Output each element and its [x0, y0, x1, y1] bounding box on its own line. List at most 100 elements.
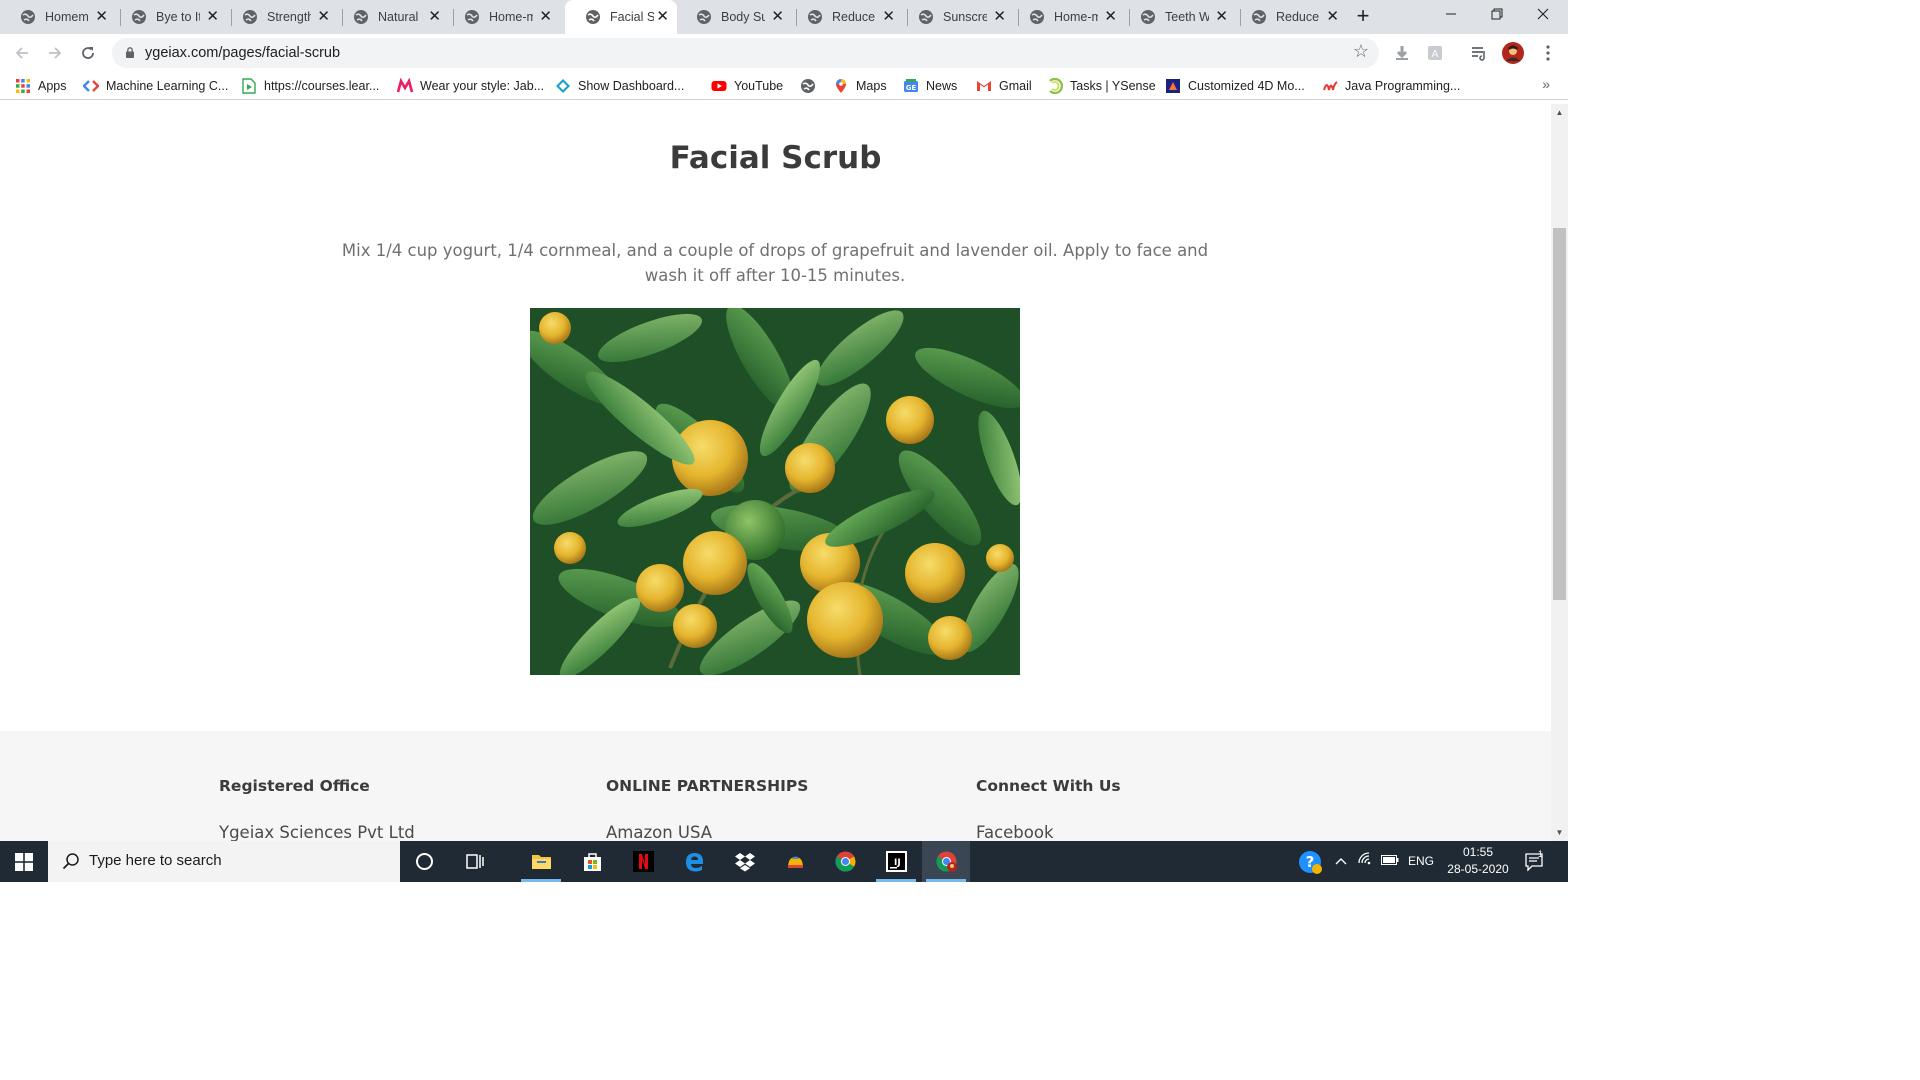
tray-overflow-button[interactable] — [1334, 841, 1348, 882]
globe-icon — [243, 10, 257, 24]
tab-12[interactable]: Reduce ✕ — [1231, 0, 1347, 34]
bookmark-gmail[interactable]: Gmail — [976, 76, 1032, 96]
edge-icon — [686, 853, 703, 872]
footer-link[interactable]: Ygeiax Sciences Pvt Ltd — [219, 823, 415, 841]
close-icon[interactable]: ✕ — [1104, 9, 1117, 25]
language-indicator[interactable]: ENG — [1408, 841, 1434, 882]
network-tray-button[interactable] — [1357, 841, 1375, 882]
tab-10[interactable]: Home-m ✕ — [1009, 0, 1125, 34]
download-extension-icon[interactable] — [1392, 43, 1412, 63]
taskbar-app-colorful[interactable] — [771, 841, 819, 882]
back-button[interactable] — [9, 40, 35, 66]
tab-title: Reduce — [1276, 10, 1320, 24]
close-icon[interactable]: ✕ — [539, 9, 552, 25]
extension-icon[interactable]: A — [1425, 43, 1445, 63]
new-tab-button[interactable]: + — [1350, 4, 1376, 30]
taskbar-netflix[interactable] — [619, 841, 667, 882]
bookmark-myntra[interactable]: Wear your style: Jab... — [397, 76, 544, 96]
tab-2[interactable]: Bye to It ✕ — [111, 0, 227, 34]
bookmark-globe[interactable] — [800, 76, 823, 96]
bookmark-youtube[interactable]: YouTube — [711, 76, 783, 96]
bookmark-courses[interactable]: https://courses.lear... — [241, 76, 379, 96]
tab-8[interactable]: Reduce ✕ — [787, 0, 903, 34]
menu-button[interactable] — [1535, 40, 1561, 66]
address-bar[interactable]: ☆ — [112, 38, 1379, 68]
tab-5[interactable]: Home-made ✕ — [444, 0, 560, 34]
footer-link[interactable]: Facebook — [976, 823, 1054, 841]
page-title: Facial Scrub — [669, 140, 882, 176]
bookmark-dashboard[interactable]: Show Dashboard... — [555, 76, 684, 96]
action-center-button[interactable]: 1 — [1524, 841, 1548, 882]
tab-7[interactable]: Body Su ✕ — [676, 0, 792, 34]
scroll-up-icon[interactable]: ▲ — [1551, 104, 1568, 121]
close-icon[interactable]: ✕ — [993, 9, 1006, 25]
minimize-button[interactable] — [1428, 0, 1474, 34]
taskbar-file-explorer[interactable] — [517, 841, 565, 882]
tab-9[interactable]: Sunscreen ✕ — [898, 0, 1014, 34]
url-input[interactable] — [145, 38, 1325, 68]
cortana-button[interactable] — [400, 841, 448, 882]
forward-button[interactable] — [42, 40, 68, 66]
footer-link[interactable]: Amazon USA — [606, 823, 712, 841]
close-icon[interactable]: ✕ — [206, 9, 219, 25]
tab-active-facial-scrub[interactable]: Facial Scrub ✕ — [565, 0, 677, 34]
close-icon[interactable]: ✕ — [656, 9, 669, 25]
bookmark-news[interactable]: GE News — [903, 76, 957, 96]
taskbar-intellij[interactable]: IJ — [872, 841, 920, 882]
wifi-icon — [1358, 852, 1371, 865]
apps-grid-icon — [16, 79, 30, 93]
globe-icon — [132, 10, 146, 24]
taskbar-search-box[interactable]: Type here to search — [48, 841, 400, 882]
ysense-icon — [1049, 78, 1063, 94]
bookmark-java[interactable]: Java Programming... — [1322, 76, 1460, 96]
close-icon[interactable]: ✕ — [428, 9, 441, 25]
tab-title: Sunscreen — [943, 10, 987, 24]
app-hat-icon — [788, 856, 803, 868]
page-scrollbar[interactable]: ▲ ▼ — [1551, 104, 1568, 841]
bookmark-customized[interactable]: Customized 4D Mo... — [1165, 76, 1305, 96]
bookmark-ysense[interactable]: Tasks | YSense — [1047, 76, 1156, 96]
screen: Homemade ✕ Bye to It ✕ Strength ✕ Natura… — [0, 0, 1568, 882]
battery-icon — [1381, 855, 1399, 865]
bookmark-label: Apps — [38, 79, 67, 93]
tab-11[interactable]: Teeth W ✕ — [1120, 0, 1236, 34]
bookmark-label: Wear your style: Jab... — [420, 79, 545, 93]
bookmark-machine-learning[interactable]: Machine Learning C... — [83, 76, 228, 96]
taskbar-dropbox[interactable] — [720, 841, 768, 882]
customized-icon — [1166, 79, 1180, 93]
taskbar-edge[interactable] — [670, 841, 718, 882]
tab-3[interactable]: Strength ✕ — [222, 0, 338, 34]
taskbar-store[interactable] — [568, 841, 616, 882]
restore-button[interactable] — [1474, 0, 1520, 34]
code-icon — [83, 80, 99, 92]
start-button[interactable] — [0, 841, 48, 882]
bookmark-star-icon[interactable]: ☆ — [1353, 41, 1369, 62]
bookmark-label: Show Dashboard... — [578, 79, 685, 93]
scroll-down-icon[interactable]: ▼ — [1551, 824, 1568, 841]
profile-avatar[interactable] — [1502, 42, 1524, 64]
taskbar-clock[interactable]: 01:55 28-05-2020 — [1436, 844, 1520, 878]
taskbar-chrome[interactable] — [821, 841, 869, 882]
bookmark-label: Maps — [856, 79, 887, 93]
tab-1[interactable]: Homemade ✕ — [0, 0, 116, 34]
close-icon[interactable]: ✕ — [95, 9, 108, 25]
close-icon[interactable]: ✕ — [882, 9, 895, 25]
scrollbar-thumb[interactable] — [1553, 228, 1566, 600]
media-control-icon[interactable] — [1469, 43, 1489, 63]
close-window-button[interactable] — [1520, 0, 1566, 34]
close-icon[interactable]: ✕ — [317, 9, 330, 25]
kebab-menu-icon — [1546, 45, 1550, 61]
close-icon[interactable]: ✕ — [1326, 9, 1339, 25]
browser-toolbar: ☆ A — [0, 34, 1568, 72]
taskbar-chrome-open[interactable] — [922, 841, 970, 882]
tab-4[interactable]: Natural ✕ — [333, 0, 449, 34]
bookmark-apps[interactable]: Apps — [15, 76, 67, 96]
bookmarks-overflow-icon[interactable]: » — [1542, 76, 1550, 92]
bookmark-maps[interactable]: Maps — [833, 76, 887, 96]
task-view-button[interactable] — [450, 841, 498, 882]
close-icon[interactable]: ✕ — [771, 9, 784, 25]
battery-tray-button[interactable] — [1381, 841, 1401, 882]
help-tray-button[interactable]: ? — [1298, 841, 1326, 882]
close-icon[interactable]: ✕ — [1215, 9, 1228, 25]
reload-button[interactable] — [75, 40, 101, 66]
